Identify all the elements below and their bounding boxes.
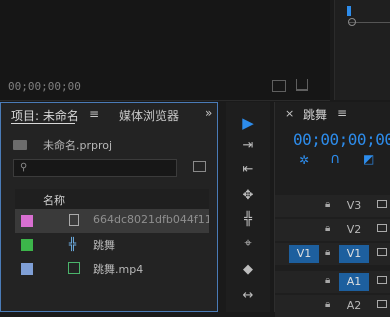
tab-project[interactable]: 项目: 未命名 — [11, 107, 79, 124]
label-color-swatch[interactable] — [21, 215, 33, 227]
tools-panel: ▶ ⇥ ⇤ ✥ ╬ ⌖ ◆ ↔ — [226, 102, 270, 312]
image-sequence-icon — [69, 214, 79, 226]
sequence-tab[interactable]: 跳舞 — [303, 106, 327, 123]
toggle-output-icon[interactable] — [377, 224, 387, 232]
source-timecode[interactable]: 00;00;00;00 — [8, 80, 81, 93]
track-label[interactable]: V1 — [339, 245, 369, 263]
item-name: 跳舞.mp4 — [93, 263, 144, 276]
mute-icon[interactable] — [377, 276, 387, 284]
project-file-name: 未命名.prproj — [43, 139, 113, 152]
timeline-panel: × 跳舞 ≡ 00;00;00;00 ✲ ∩ ◩ 🔒︎ V3 🔒︎ V2 V1 … — [274, 102, 390, 317]
linked-selection-icon[interactable]: ◩ — [363, 152, 374, 166]
nest-icon[interactable]: ✲ — [299, 153, 309, 167]
video-clip-icon — [68, 262, 80, 274]
track-a2[interactable]: 🔒︎ A2 — [275, 295, 390, 317]
search-input[interactable] — [32, 161, 172, 174]
tab-underline — [11, 123, 75, 124]
lock-icon[interactable]: 🔒︎ — [325, 275, 330, 286]
mute-icon[interactable] — [377, 300, 387, 308]
playhead-icon[interactable] — [347, 6, 351, 16]
label-color-swatch[interactable] — [21, 263, 33, 275]
track-v2[interactable]: 🔒︎ V2 — [275, 219, 390, 241]
list-item[interactable]: 跳舞.mp4 — [15, 257, 209, 281]
slide-tool[interactable]: ↔ — [238, 288, 258, 306]
search-field[interactable]: ⚲ — [13, 159, 177, 177]
item-name: 跳舞 — [93, 239, 115, 252]
lock-icon[interactable]: 🔒︎ — [325, 299, 330, 310]
tab-media-browser[interactable]: 媒体浏览器 — [119, 107, 179, 124]
track-v1[interactable]: V1 🔒︎ V1 — [275, 243, 390, 265]
snap-icon[interactable]: ∩ — [330, 151, 340, 167]
lock-icon[interactable]: 🔒︎ — [325, 247, 330, 258]
search-icon: ⚲ — [20, 162, 28, 173]
toggle-output-icon[interactable] — [377, 200, 387, 208]
track-label[interactable]: V2 — [339, 221, 369, 239]
scrub-handle-icon[interactable] — [348, 18, 356, 26]
slip-tool[interactable]: ◆ — [238, 262, 258, 280]
project-panel: 项目: 未命名 ≡ 媒体浏览器 » 未命名.prproj ⚲ 名称 664dc8… — [0, 102, 218, 312]
sequence-icon: ╬ — [69, 237, 77, 251]
column-name-label: 名称 — [43, 194, 65, 207]
toggle-output-icon[interactable] — [377, 248, 387, 256]
lock-icon[interactable]: 🔒︎ — [325, 199, 330, 210]
lock-icon[interactable]: 🔒︎ — [325, 223, 330, 234]
selection-tool[interactable]: ▶ — [238, 114, 258, 132]
item-name: 664dc8021dfb044f11c1a — [93, 213, 209, 226]
double-chevron-icon[interactable]: » — [205, 106, 212, 120]
fit-icon[interactable] — [272, 80, 286, 92]
close-icon[interactable]: × — [285, 107, 294, 120]
program-mini-timeline[interactable] — [334, 0, 390, 100]
track-select-forward-tool[interactable]: ⇥ — [238, 138, 258, 156]
list-item[interactable]: 664dc8021dfb044f11c1a — [15, 209, 209, 233]
track-label[interactable]: A1 — [339, 273, 369, 291]
label-color-swatch[interactable] — [21, 239, 33, 251]
source-monitor: 00;00;00;00 — [0, 0, 330, 101]
track-v3[interactable]: 🔒︎ V3 — [275, 195, 390, 217]
ripple-edit-tool[interactable]: ⇤ — [238, 162, 258, 180]
new-search-bin-icon[interactable] — [193, 161, 206, 172]
rolling-edit-tool[interactable]: ✥ — [238, 188, 258, 206]
rate-stretch-tool[interactable]: ╬ — [238, 212, 258, 230]
menu-icon[interactable]: ≡ — [337, 106, 347, 120]
track-label[interactable]: V3 — [339, 197, 369, 215]
column-header-name[interactable]: 名称 — [15, 189, 209, 210]
razor-tool[interactable]: ⌖ — [238, 236, 258, 254]
folder-icon — [13, 140, 27, 150]
export-icon[interactable] — [296, 79, 308, 91]
list-item[interactable]: ╬ 跳舞 — [15, 233, 209, 257]
source-patch[interactable]: V1 — [289, 245, 319, 263]
menu-icon[interactable]: ≡ — [89, 107, 99, 121]
timeline-timecode[interactable]: 00;00;00;00 — [293, 130, 390, 149]
track-label[interactable]: A2 — [339, 297, 369, 315]
track-a1[interactable]: 🔒︎ A1 — [275, 271, 390, 293]
